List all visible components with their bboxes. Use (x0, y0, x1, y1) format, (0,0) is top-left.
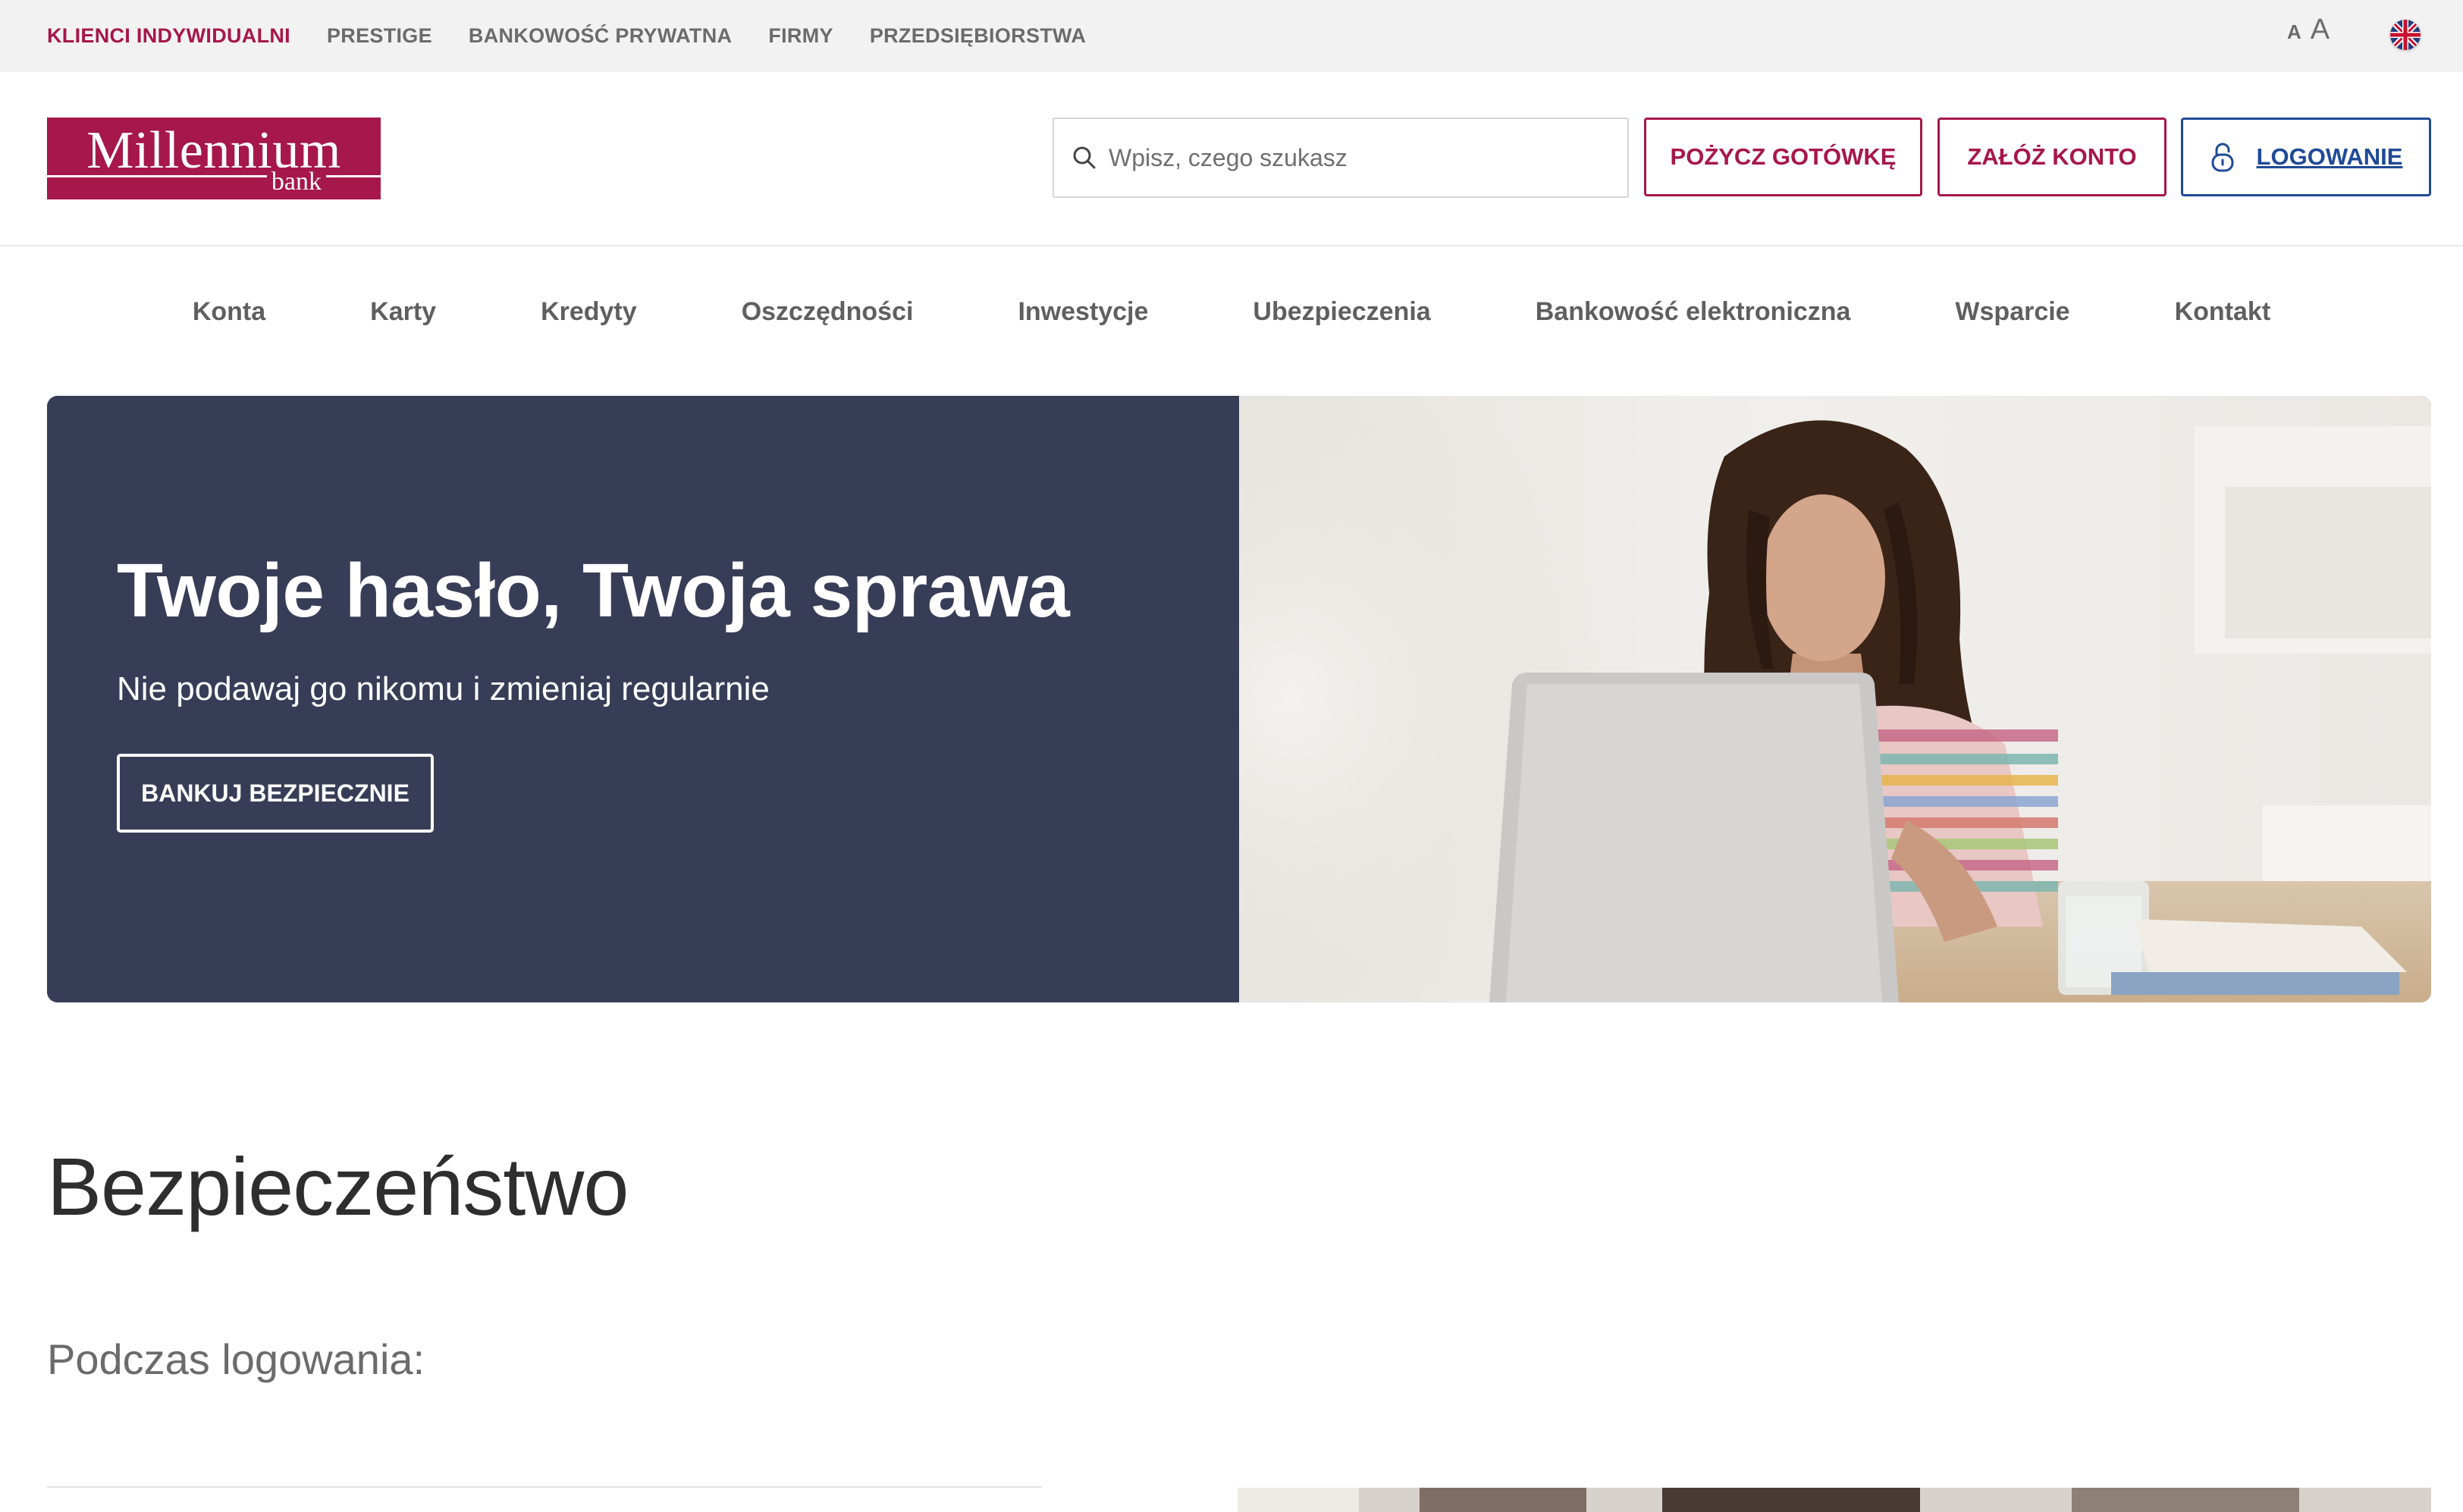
segment-prestige[interactable]: PRESTIGE (327, 24, 432, 48)
section-subtitle: Podczas logowania: (47, 1335, 425, 1383)
nav-item-contact[interactable]: Kontakt (2175, 297, 2271, 327)
segment-private-banking[interactable]: BANKOWOŚĆ PRYWATNA (469, 24, 732, 48)
bank-safely-button[interactable]: BANKUJ BEZPIECZNIE (117, 754, 434, 833)
logo-name: Millennium (86, 121, 341, 180)
content-photo (1238, 1488, 2431, 1512)
hero-title: Twoje hasło, Twoja sprawa (117, 548, 1070, 633)
content-divider (47, 1486, 1042, 1488)
uk-flag-icon[interactable] (2390, 20, 2421, 50)
login-label: LOGOWANIE (2256, 143, 2403, 170)
nav-item-e-banking[interactable]: Bankowość elektroniczna (1536, 297, 1851, 327)
hero-photo-woman-laptop (1239, 396, 2431, 1002)
font-size-control: A A (2287, 14, 2330, 46)
hero-banner: Twoje hasło, Twoja sprawa Nie podawaj go… (47, 396, 2431, 1002)
millennium-logo[interactable]: Millennium bank (47, 118, 381, 199)
search-icon (1073, 146, 1096, 169)
open-account-button[interactable]: ZAŁÓŻ KONTO (1937, 118, 2166, 196)
borrow-cash-button[interactable]: POŻYCZ GOTÓWKĘ (1644, 118, 1922, 196)
nav-item-investments[interactable]: Inwestycje (1018, 297, 1148, 327)
nav-item-support[interactable]: Wsparcie (1955, 297, 2069, 327)
header: Millennium bank POŻYCZ GOTÓWKĘ ZAŁÓŻ KON… (0, 72, 2463, 246)
segment-individual-clients[interactable]: KLIENCI INDYWIDUALNI (47, 24, 290, 48)
search-box[interactable] (1053, 118, 1629, 198)
logo-divider (47, 175, 381, 177)
login-button[interactable]: LOGOWANIE (2181, 118, 2431, 196)
nav-item-accounts[interactable]: Konta (193, 297, 265, 327)
font-size-small-button[interactable]: A (2287, 20, 2301, 44)
segment-enterprises[interactable]: PRZEDSIĘBIORSTWA (870, 24, 1086, 48)
hero-text-panel: Twoje hasło, Twoja sprawa Nie podawaj go… (47, 396, 1239, 1002)
search-input[interactable] (1109, 135, 1609, 180)
nav-item-cards[interactable]: Karty (370, 297, 436, 327)
segment-bar: KLIENCI INDYWIDUALNI PRESTIGE BANKOWOŚĆ … (0, 0, 2463, 72)
nav-item-insurance[interactable]: Ubezpieczenia (1253, 297, 1430, 327)
font-size-large-button[interactable]: A (2311, 14, 2330, 46)
main-nav: Konta Karty Kredyty Oszczędności Inwesty… (0, 297, 2463, 327)
nav-item-loans[interactable]: Kredyty (541, 297, 637, 327)
section-title: Bezpieczeństwo (47, 1140, 629, 1232)
logo-subtext: bank (266, 168, 326, 196)
nav-item-savings[interactable]: Oszczędności (742, 297, 914, 327)
segment-companies[interactable]: FIRMY (768, 24, 833, 48)
lock-icon (2211, 143, 2234, 172)
hero-subtitle: Nie podawaj go nikomu i zmieniaj regular… (117, 670, 770, 707)
segment-nav: KLIENCI INDYWIDUALNI PRESTIGE BANKOWOŚĆ … (47, 0, 1122, 72)
